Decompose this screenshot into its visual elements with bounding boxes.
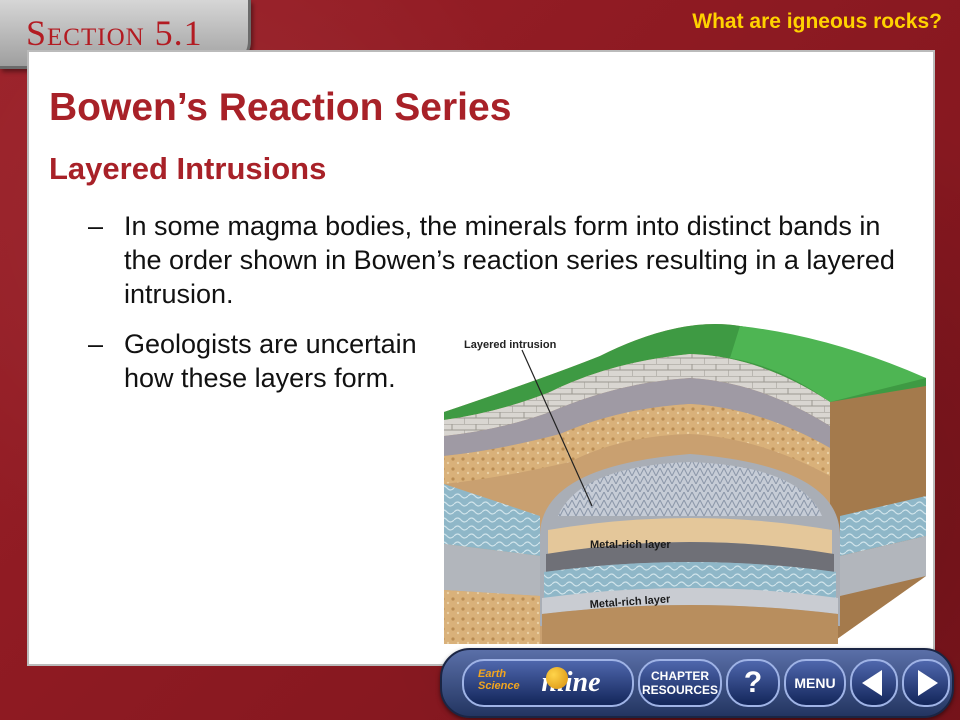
page-title: Bowen’s Reaction Series (49, 86, 512, 129)
label-layered-intrusion: Layered intrusion (464, 339, 557, 351)
section-label: Section 5.1 (26, 13, 203, 53)
resources-text: RESOURCES (641, 683, 718, 697)
arrow-left-icon (862, 670, 882, 696)
bullet-item: – In some magma bodies, the minerals for… (88, 209, 908, 319)
earth-text: Earth (478, 668, 507, 680)
earth-science-logo: Earth Science (478, 668, 520, 692)
layered-intrusion-diagram: Layered intrusion Metal-rich layer Metal… (444, 324, 926, 644)
arrow-right-icon (918, 670, 938, 696)
label-metal-rich-layer: Metal-rich layer (590, 539, 671, 551)
bullet-dash: – (88, 211, 104, 241)
navigation-bar: Earth Science nline CHAPTER RESOURCES ? … (440, 648, 954, 718)
chapter-resources-button[interactable]: CHAPTER RESOURCES (638, 659, 722, 707)
header-question: What are igneous rocks? (692, 10, 942, 33)
bullet-text: In some magma bodies, the minerals form … (124, 211, 895, 309)
bullet-text: Geologists are uncertain how these layer… (124, 329, 417, 393)
earth-science-online-button[interactable]: Earth Science nline (462, 659, 634, 707)
page-subtitle: Layered Intrusions (49, 151, 327, 186)
bullet-item: – Geologists are uncertain how these lay… (88, 327, 428, 437)
help-button[interactable]: ? (726, 659, 780, 707)
globe-icon (546, 667, 568, 689)
chapter-resources-label: CHAPTER RESOURCES (642, 669, 718, 697)
next-button[interactable] (902, 659, 950, 707)
menu-label: MENU (794, 675, 836, 691)
menu-button[interactable]: MENU (784, 659, 846, 707)
previous-button[interactable] (850, 659, 898, 707)
chapter-text: CHAPTER (650, 669, 709, 683)
bullet-dash: – (88, 329, 104, 359)
science-text: Science (478, 680, 520, 692)
question-mark-icon: ? (743, 666, 763, 699)
